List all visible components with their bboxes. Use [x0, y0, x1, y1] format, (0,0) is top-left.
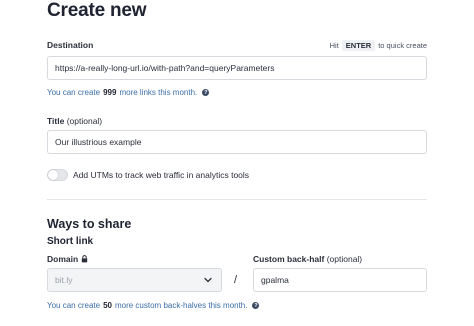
back-half-value: gpalma [261, 275, 289, 285]
section-divider [47, 199, 427, 200]
links-limit-suffix: more links this month. [119, 88, 198, 97]
path-separator: / [234, 274, 238, 286]
title-label-text: Title [47, 116, 65, 126]
links-limit-prefix: You can create [47, 88, 101, 97]
hint-suffix: to quick create [378, 41, 427, 50]
lock-icon [81, 255, 88, 263]
back-half-limit-count: 50 [103, 301, 112, 310]
domain-label-text: Domain [47, 254, 79, 264]
title-label: Title (optional) [47, 116, 102, 126]
ways-to-share-heading: Ways to share [47, 217, 132, 231]
back-half-optional-text: (optional) [326, 254, 363, 264]
help-circle-icon[interactable]: ? [202, 89, 210, 96]
utm-toggle[interactable] [47, 169, 68, 181]
back-half-label-text: Custom back-half [253, 254, 325, 264]
links-limit-count: 999 [103, 88, 117, 97]
page-title: Create new [47, 0, 147, 21]
chevron-down-icon [204, 277, 212, 283]
back-half-limit-prefix: You can create [47, 301, 101, 310]
domain-value: bit.ly [55, 275, 73, 285]
links-limit-note: You can create 999 more links this month… [47, 88, 210, 97]
utm-toggle-label: Add UTMs to track web traffic in analyti… [73, 170, 250, 180]
destination-label: Destination [47, 40, 94, 50]
back-half-label: Custom back-half (optional) [253, 254, 362, 264]
back-half-limit-suffix: more custom back-halves this month. [114, 301, 248, 310]
title-value: Our illustrious example [55, 137, 142, 147]
hint-prefix: Hit [329, 41, 339, 50]
title-optional-text: (optional) [66, 116, 103, 126]
title-input[interactable]: Our illustrious example [47, 130, 427, 154]
domain-label: Domain [47, 254, 88, 264]
help-circle-icon[interactable]: ? [252, 302, 260, 309]
back-half-limit-note: You can create 50 more custom back-halve… [47, 301, 260, 310]
destination-value: https://a-really-long-url.io/with-path?a… [55, 63, 275, 73]
utm-toggle-knob [48, 170, 58, 180]
short-link-heading: Short link [47, 236, 94, 247]
back-half-input[interactable]: gpalma [253, 268, 427, 292]
enter-key-badge: ENTER [341, 40, 376, 51]
destination-input[interactable]: https://a-really-long-url.io/with-path?a… [47, 56, 427, 80]
quick-create-hint: Hit ENTER to quick create [330, 40, 427, 51]
domain-select[interactable]: bit.ly [47, 268, 222, 292]
